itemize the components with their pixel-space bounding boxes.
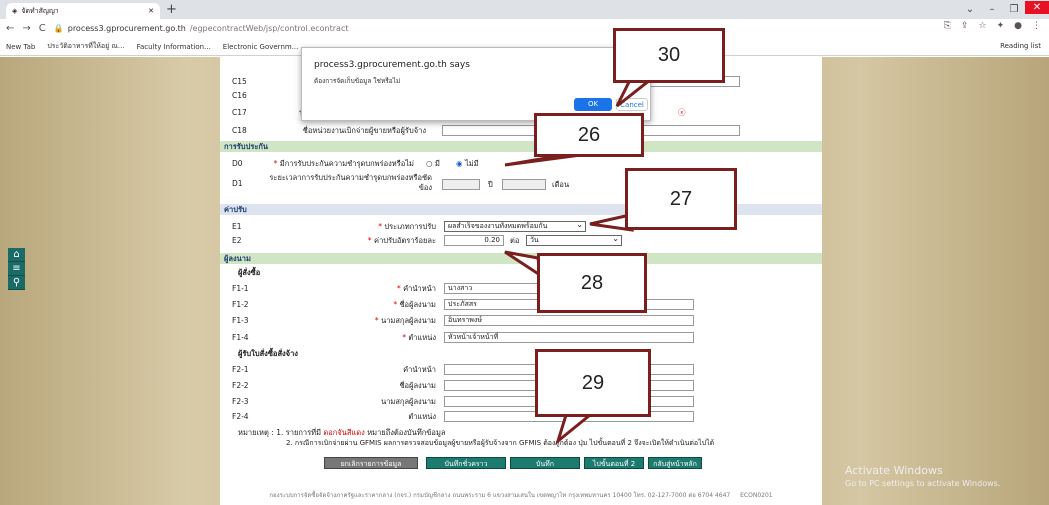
- callout-26: 26: [534, 113, 644, 157]
- callout-pointers: [504, 78, 655, 446]
- callout-29: 29: [535, 349, 651, 417]
- callout-27: 27: [625, 168, 737, 230]
- callout-28: 28: [537, 253, 647, 313]
- callout-30: 30: [613, 28, 725, 83]
